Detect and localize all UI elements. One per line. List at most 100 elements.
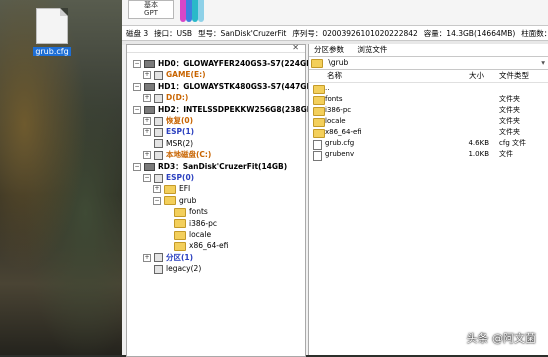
folder-icon bbox=[174, 219, 186, 229]
tree-node[interactable]: + EFI bbox=[153, 184, 190, 194]
hard-disk-icon bbox=[144, 105, 155, 114]
folder-icon bbox=[174, 230, 186, 240]
tree-node-label: MSR(2) bbox=[166, 138, 194, 148]
partition-icon bbox=[154, 70, 163, 80]
tree-node[interactable]: − RD3：SanDisk'CruzerFit(14GB) bbox=[133, 162, 287, 172]
tab-partition-params[interactable]: 分区参数 bbox=[314, 45, 344, 54]
desktop-file-grub-cfg[interactable]: grub.cfg bbox=[30, 8, 74, 56]
tree-node[interactable]: − ESP(0) bbox=[143, 173, 194, 183]
tree-node-label: RD3：SanDisk'CruzerFit(14GB) bbox=[158, 161, 288, 171]
tree-node-label: HD2：INTELSSDPEKKW256G8(238GB) bbox=[158, 104, 316, 114]
tree-node[interactable]: locale bbox=[163, 230, 211, 240]
tree-node[interactable]: i386-pc bbox=[163, 219, 217, 229]
file-name: grub.cfg bbox=[325, 139, 355, 147]
file-list-row[interactable]: fonts 文件夹 bbox=[309, 94, 548, 105]
collapse-icon[interactable]: − bbox=[133, 105, 141, 114]
file-type: 文件夹 bbox=[499, 106, 520, 114]
collapse-icon[interactable]: − bbox=[133, 60, 141, 68]
disk-tree-panel: ✕ − HD0：GLOWAYFER240GS3-S7(224GB) + GAME(E:… bbox=[126, 43, 316, 357]
watermark: 头条 @阿文菌 bbox=[466, 332, 537, 345]
file-size: 4.6KB bbox=[468, 139, 489, 147]
file-name: x86_64-efi bbox=[325, 128, 362, 136]
expand-icon[interactable]: + bbox=[143, 151, 151, 160]
tree-node[interactable]: − HD1：GLOWAYSTK480GS3-S7(447GB) bbox=[133, 82, 316, 92]
partition-icon bbox=[154, 127, 163, 137]
partition-icon bbox=[154, 139, 163, 149]
file-name: locale bbox=[325, 117, 346, 125]
file-list-row[interactable]: locale 文件夹 bbox=[309, 116, 548, 127]
hard-disk-icon bbox=[144, 60, 155, 68]
hard-disk-icon bbox=[144, 162, 155, 171]
file-size: 1.0KB bbox=[468, 150, 489, 158]
tree-node[interactable]: − grub bbox=[153, 196, 196, 206]
partition-block[interactable] bbox=[198, 0, 204, 22]
disk-number: 磁盘 3 bbox=[126, 28, 149, 38]
path-bar[interactable]: \grub ▾ bbox=[309, 57, 548, 70]
folder-icon bbox=[313, 118, 325, 127]
tree-node[interactable]: + 本地磁盘(C:) bbox=[143, 150, 211, 160]
file-icon bbox=[313, 151, 322, 161]
tree-node-label: i386-pc bbox=[189, 218, 217, 228]
chevron-down-icon[interactable]: ▾ bbox=[541, 57, 545, 69]
panel-tabs: 分区参数 浏览文件 bbox=[309, 44, 548, 57]
partition-block-esp[interactable]: 基本 GPT bbox=[128, 0, 174, 19]
file-list: .. fonts 文件夹 i386-pc 文件夹 locale 文件夹 x86_64-efi 文… bbox=[309, 83, 548, 161]
tree-node[interactable]: − HD0：GLOWAYFER240GS3-S7(224GB) bbox=[133, 59, 315, 69]
partition-icon bbox=[154, 253, 163, 263]
file-list-row[interactable]: x86_64-efi 文件夹 bbox=[309, 127, 548, 138]
expand-icon[interactable]: + bbox=[143, 71, 151, 80]
folder-icon bbox=[313, 85, 325, 94]
file-list-row[interactable]: i386-pc 文件夹 bbox=[309, 105, 548, 116]
file-type: 文件夹 bbox=[499, 95, 520, 103]
tree-node-label: grub bbox=[179, 195, 197, 205]
collapse-icon[interactable]: − bbox=[143, 174, 151, 182]
tree-node[interactable]: + ESP(1) bbox=[143, 127, 194, 137]
disk-cylinders: 柱面数：1869 bbox=[521, 28, 548, 38]
tree-node[interactable]: − HD2：INTELSSDPEKKW256G8(238GB) bbox=[133, 105, 316, 115]
folder-icon bbox=[164, 184, 176, 194]
disk-serial: 序列号：02003926101020222842 bbox=[292, 28, 418, 38]
tab-browse-files[interactable]: 浏览文件 bbox=[357, 45, 387, 54]
file-name: fonts bbox=[325, 95, 343, 103]
hard-disk-icon bbox=[144, 82, 155, 91]
diskgenius-window: 基本 GPT 磁盘 3 接口：USB 型号：SanDisk'CruzerFit … bbox=[122, 0, 548, 357]
partition-icon bbox=[154, 116, 163, 126]
tree-node[interactable]: + D(D:) bbox=[143, 93, 188, 103]
tree-node[interactable]: MSR(2) bbox=[143, 139, 193, 149]
tree-node-label: x86_64-efi bbox=[189, 241, 229, 251]
folder-icon bbox=[313, 107, 325, 116]
collapse-icon[interactable]: − bbox=[153, 196, 161, 205]
expand-icon[interactable]: + bbox=[143, 128, 151, 137]
tree-node-label: 本地磁盘(C:) bbox=[166, 150, 212, 160]
file-list-row[interactable]: grubenv 1.0KB 文件 bbox=[309, 149, 548, 161]
file-name: grubenv bbox=[325, 150, 355, 158]
close-icon[interactable]: ✕ bbox=[292, 43, 299, 52]
tree-node-label: ESP(0) bbox=[166, 173, 195, 182]
column-size[interactable]: 大小 bbox=[469, 70, 484, 82]
disk-interface: 接口：USB bbox=[154, 28, 193, 38]
file-browser-panel: 分区参数 浏览文件 \grub ▾ 名称 大小 文件类型 .. fonts 文件夹 i… bbox=[308, 44, 548, 355]
tree-node[interactable]: x86_64-efi bbox=[163, 241, 228, 251]
tree-node-label: 恢复(0) bbox=[166, 116, 194, 125]
current-path: \grub bbox=[328, 58, 349, 67]
tree-node-label: legacy(2) bbox=[166, 264, 202, 274]
tree-node[interactable]: fonts bbox=[163, 207, 208, 217]
file-type: 文件夹 bbox=[499, 128, 520, 136]
collapse-icon[interactable]: − bbox=[133, 162, 141, 171]
tree-node[interactable]: + 分区(1) bbox=[143, 253, 193, 263]
tree-node[interactable]: + 恢复(0) bbox=[143, 116, 193, 126]
expand-icon[interactable]: + bbox=[143, 94, 151, 103]
expand-icon[interactable]: + bbox=[153, 185, 161, 194]
file-list-row[interactable]: .. bbox=[309, 83, 548, 94]
file-list-row[interactable]: grub.cfg 4.6KB cfg 文件 bbox=[309, 138, 548, 150]
partition-icon bbox=[154, 264, 163, 274]
tree-node[interactable]: + GAME(E:) bbox=[143, 70, 206, 80]
partition-icon bbox=[154, 93, 163, 103]
collapse-icon[interactable]: − bbox=[133, 82, 141, 91]
tree-node-label: ESP(1) bbox=[166, 127, 195, 137]
column-name[interactable]: 名称 bbox=[327, 70, 342, 82]
tree-node[interactable]: legacy(2) bbox=[143, 264, 201, 274]
expand-icon[interactable]: + bbox=[143, 117, 151, 125]
expand-icon[interactable]: + bbox=[143, 253, 151, 262]
column-type[interactable]: 文件类型 bbox=[499, 70, 529, 82]
